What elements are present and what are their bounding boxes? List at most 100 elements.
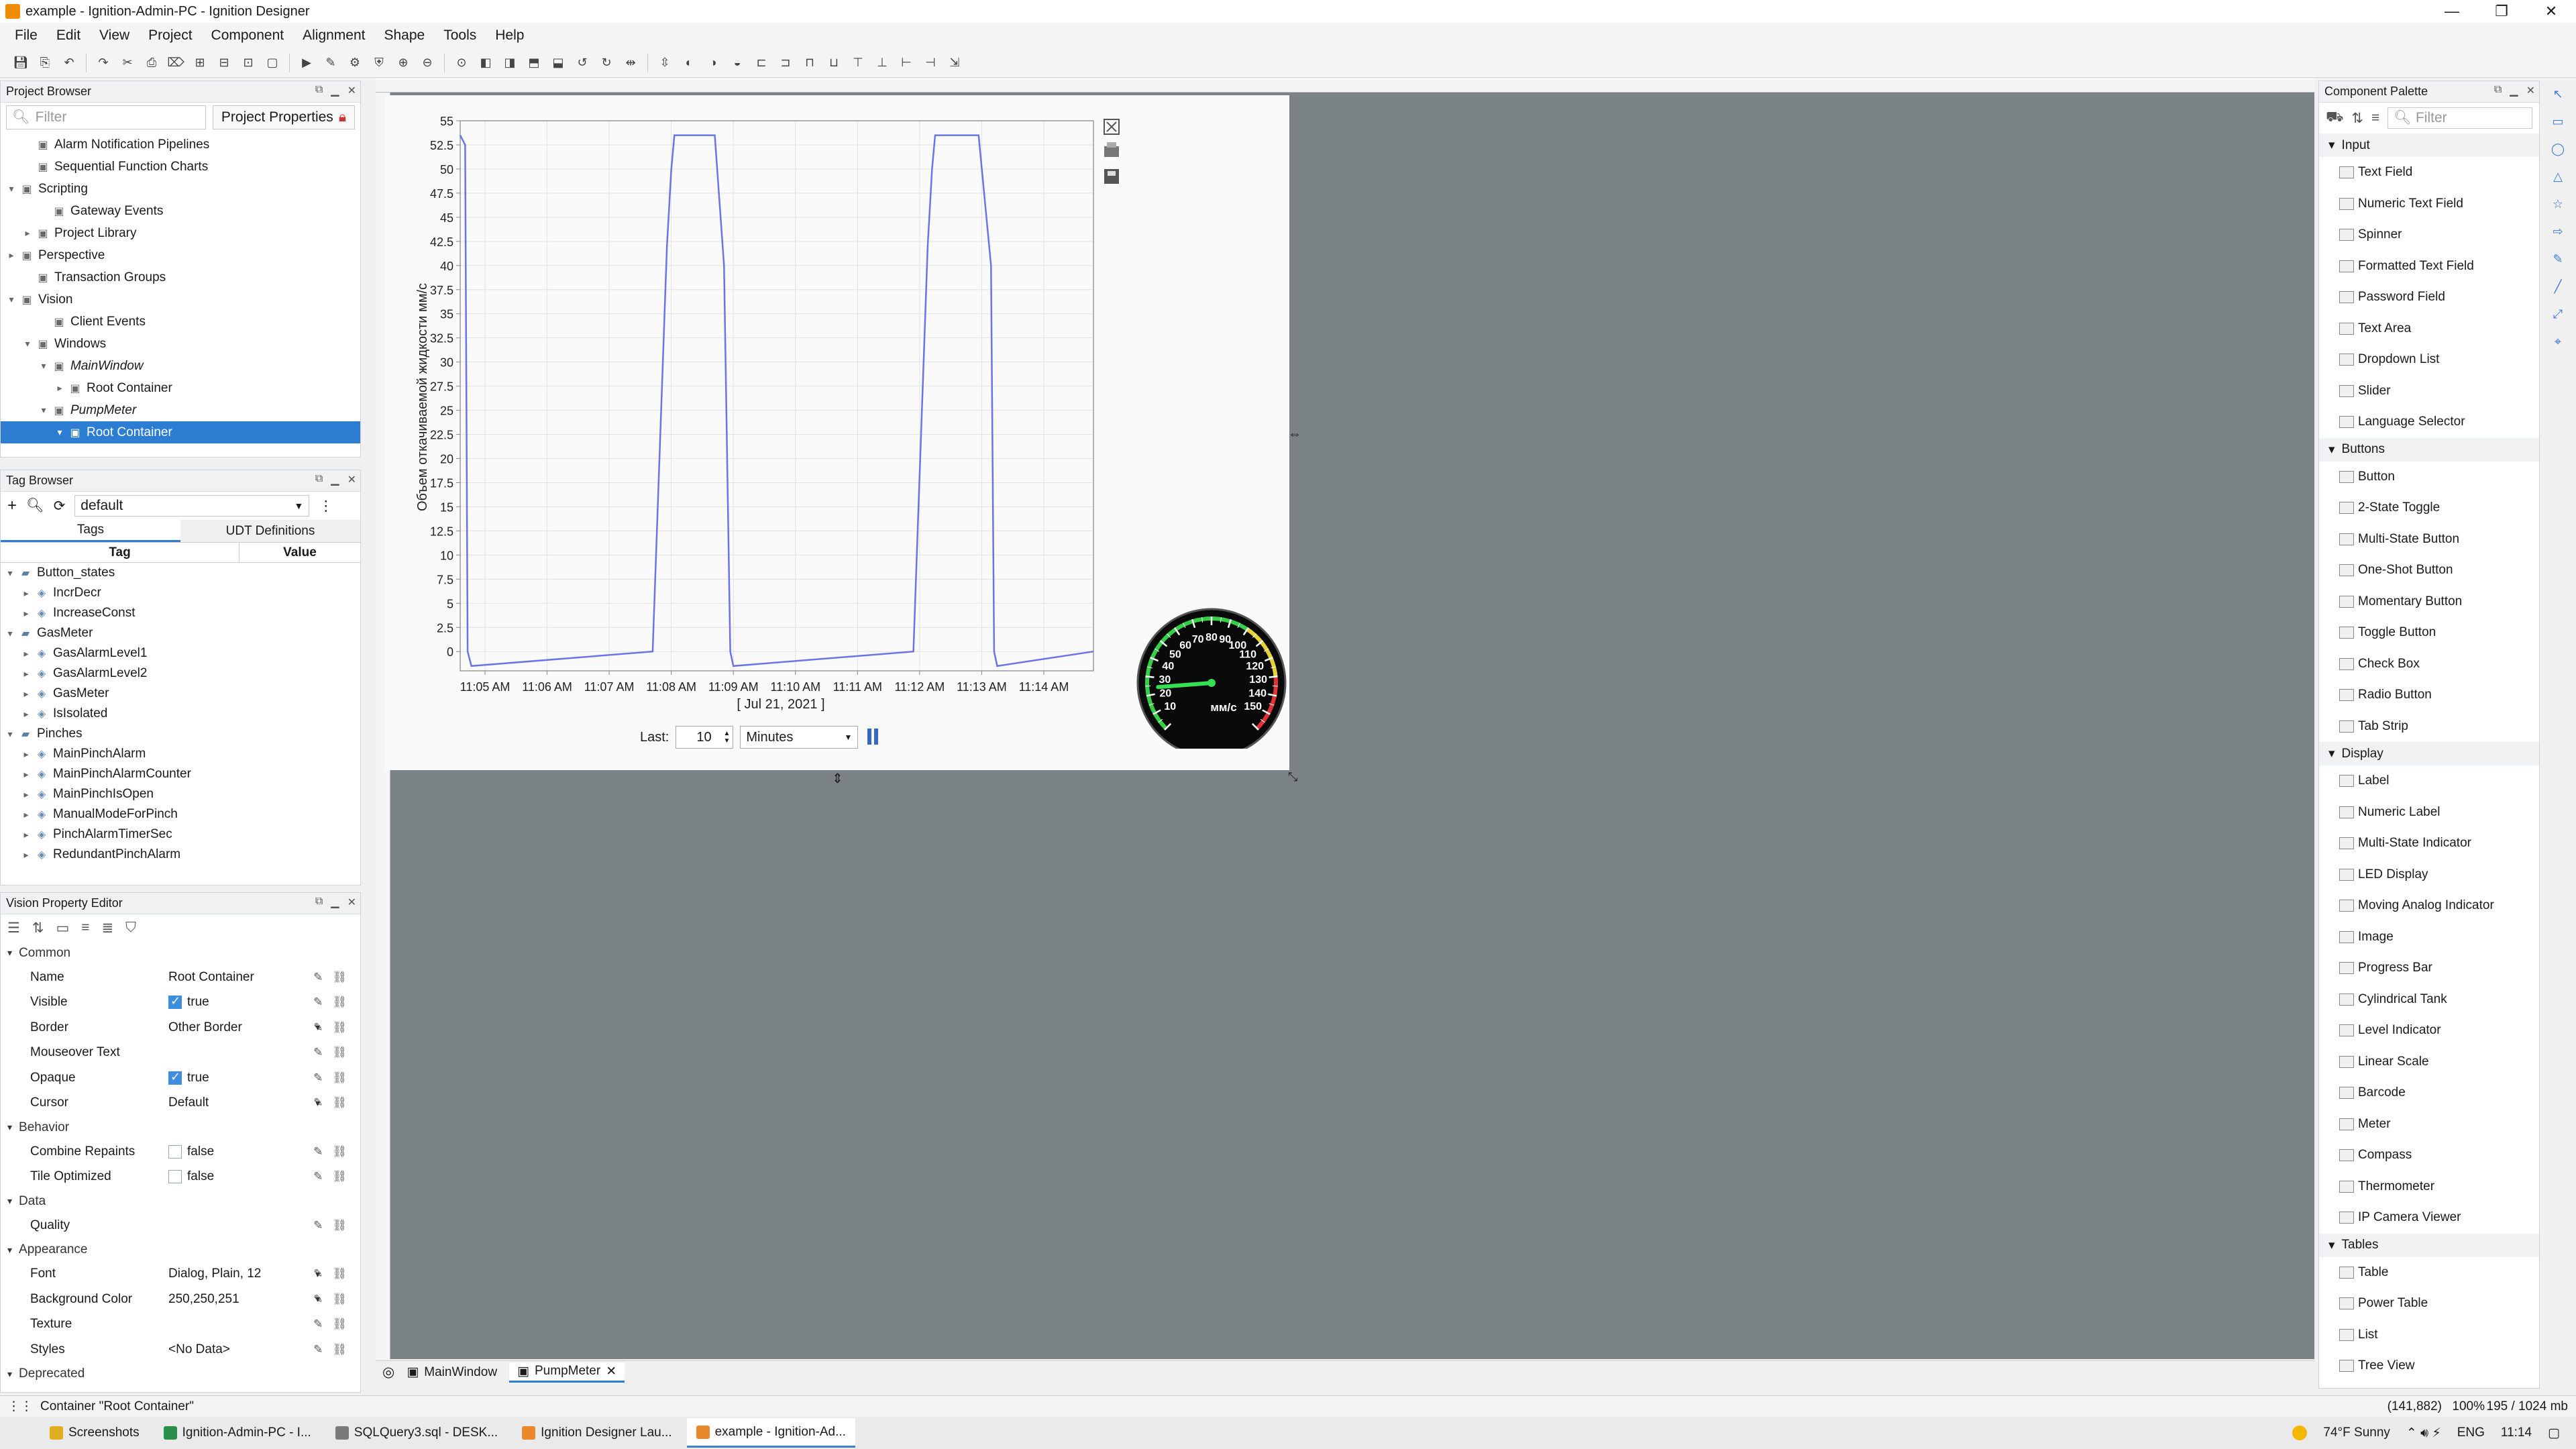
tag-tree-row[interactable]: ▸ ◈ MainPinchAlarm [1, 744, 360, 764]
toolbar-tool-icon[interactable]: ⬓ [548, 53, 568, 73]
tree-toggle-icon[interactable]: ▸ [6, 250, 17, 261]
project-tree-item[interactable]: ▣ Alarm Notification Pipelines [1, 133, 360, 156]
edit-icon[interactable]: ✎ [313, 1021, 323, 1034]
menu-tools[interactable]: Tools [434, 28, 486, 44]
binding-link-icon[interactable]: ⛓ [332, 996, 347, 1009]
tag-tree-row[interactable]: ▸ ◈ IncrDecr [1, 583, 360, 603]
project-filter-input[interactable]: 🔍︎ Filter [6, 105, 206, 129]
palette-component[interactable]: Compass [2319, 1140, 2539, 1171]
tray-icons[interactable]: ⌃ 🔊︎ ⚡︎ [2406, 1426, 2441, 1441]
edit-icon[interactable]: ✎ [313, 1343, 323, 1356]
palette-category[interactable]: ▾ Buttons [2319, 437, 2539, 462]
minimize-panel-icon[interactable]: ▁ [331, 896, 339, 909]
category-toggle-icon[interactable]: ▾ [7, 1195, 12, 1207]
tag-tree-row[interactable]: ▸ ◈ GasAlarmLevel1 [1, 643, 360, 663]
more-icon[interactable]: ⋮ [319, 498, 333, 515]
notification-icon[interactable]: ▢ [2548, 1426, 2560, 1441]
taskbar-app[interactable]: Screenshots [40, 1418, 149, 1448]
category-toggle-icon[interactable]: ▾ [7, 947, 12, 959]
tree-toggle-icon[interactable]: ▸ [21, 809, 32, 820]
tree-toggle-icon[interactable]: ▸ [21, 608, 32, 619]
pointer-tool-icon[interactable]: ↖ [2553, 87, 2563, 101]
refresh-icon[interactable]: ⟳ [54, 498, 66, 515]
edit-icon[interactable]: ✎ [313, 1046, 323, 1059]
palette-component[interactable]: Tree View [2319, 1350, 2539, 1382]
project-tree-item[interactable]: ▣ Gateway Events [1, 200, 360, 222]
tag-browser-tab[interactable]: UDT Definitions [180, 520, 360, 542]
tree-toggle-icon[interactable]: ▾ [38, 360, 49, 372]
tree-toggle-icon[interactable]: ▸ [21, 829, 32, 841]
weather-text[interactable]: 74°F Sunny [2323, 1426, 2390, 1440]
taskbar-app[interactable]: Ignition Designer Lau... [513, 1418, 681, 1448]
toolbar-tool-icon[interactable]: ⊣ [920, 53, 941, 73]
property-category[interactable]: ▾ Behavior [1, 1116, 360, 1139]
tree-toggle-icon[interactable]: ▾ [6, 294, 17, 305]
toolbar-tool-icon[interactable]: ⊏ [751, 53, 771, 73]
palette-component[interactable]: Check Box [2319, 649, 2539, 680]
palette-list-icon[interactable]: ≡ [2371, 110, 2379, 126]
star-tool-icon[interactable]: ☆ [2553, 197, 2563, 211]
category-toggle-icon[interactable]: ▾ [7, 1244, 12, 1256]
tree-toggle-icon[interactable]: ▸ [21, 688, 32, 700]
palette-component[interactable]: Tab Strip [2319, 711, 2539, 743]
clock[interactable]: 11:14 [2501, 1426, 2532, 1440]
print-icon[interactable] [1104, 142, 1119, 157]
toolbar-tool-icon[interactable]: ⇹ [621, 53, 641, 73]
palette-component[interactable]: LED Display [2319, 859, 2539, 891]
palette-category[interactable]: ▾ Display [2319, 742, 2539, 765]
tree-toggle-icon[interactable]: ▸ [21, 749, 32, 760]
toolbar-tool-icon[interactable]: ↷ [93, 53, 113, 73]
palette-component[interactable]: IP Camera Viewer [2319, 1202, 2539, 1234]
palette-component[interactable]: Label [2319, 765, 2539, 797]
tree-toggle-icon[interactable]: ▾ [54, 427, 65, 438]
tree-toggle-icon[interactable]: ▸ [22, 227, 33, 239]
binding-link-icon[interactable]: ⛓ [332, 1071, 347, 1085]
property-row[interactable]: Mouseover Text ✎ ⛓ [1, 1040, 360, 1066]
taskbar-app[interactable]: Ignition-Admin-PC - I... [154, 1418, 321, 1448]
palette-component[interactable]: Moving Analog Indicator [2319, 890, 2539, 922]
language-indicator[interactable]: ENG [2457, 1426, 2485, 1440]
category-toggle-icon[interactable]: ▾ [2328, 442, 2335, 458]
toolbar-tool-icon[interactable]: ↺ [572, 53, 592, 73]
tag-tree-row[interactable]: ▸ ◈ IncreaseConst [1, 603, 360, 623]
unit-dropdown[interactable]: Minutes ▼ [740, 726, 859, 749]
tag-browser-tab[interactable]: Tags [1, 520, 180, 542]
palette-component[interactable]: Momentary Button [2319, 586, 2539, 618]
maximize-button[interactable]: ❐ [2477, 0, 2526, 23]
palette-component[interactable]: Power Table [2319, 1288, 2539, 1320]
tree-toggle-icon[interactable]: ▸ [21, 789, 32, 800]
resize-handle-bottom[interactable]: ⇕ [832, 770, 843, 787]
palette-component[interactable]: Button [2319, 462, 2539, 493]
tree-toggle-icon[interactable]: ▸ [21, 769, 32, 780]
edit-icon[interactable]: ✎ [313, 1145, 323, 1159]
property-row[interactable]: Combine Repaints false ✎ ⛓ [1, 1139, 360, 1165]
tag-tree-row[interactable]: ▾ ▰ Button_states [1, 563, 360, 583]
minimize-panel-icon[interactable]: ▁ [2510, 84, 2518, 97]
binding-link-icon[interactable]: ⛓ [332, 1145, 347, 1159]
palette-component[interactable]: Toggle Button [2319, 617, 2539, 649]
toolbar-tool-icon[interactable]: ⌦ [166, 53, 186, 73]
property-checkbox[interactable] [168, 1144, 182, 1159]
property-row[interactable]: Texture ✎ ⛓ [1, 1312, 360, 1338]
category-toggle-icon[interactable]: ▾ [2328, 138, 2335, 153]
tree-toggle-icon[interactable]: ▸ [21, 588, 32, 599]
property-row[interactable]: Tile Optimized false ✎ ⛓ [1, 1165, 360, 1190]
property-checkbox[interactable] [168, 1170, 182, 1184]
close-panel-icon[interactable]: ✕ [2526, 84, 2535, 97]
property-row[interactable]: Name Root Container ✎ ⛓ [1, 965, 360, 990]
toolbar-tool-icon[interactable]: ◑ [703, 53, 723, 73]
palette-component[interactable]: One-Shot Button [2319, 555, 2539, 586]
tag-tree-row[interactable]: ▸ ◈ MainPinchIsOpen [1, 784, 360, 804]
toolbar-tool-icon[interactable]: ⊤ [848, 53, 868, 73]
tag-tree-row[interactable]: ▾ ▰ Pinches [1, 724, 360, 744]
tree-toggle-icon[interactable]: ▾ [5, 628, 15, 639]
palette-component[interactable]: Numeric Text Field [2319, 189, 2539, 220]
palette-sort-icon[interactable]: ⇅ [2351, 110, 2363, 127]
project-tree-item[interactable]: ▣ Sequential Function Charts [1, 156, 360, 178]
property-row[interactable]: Visibletrue✎⛓ [1, 990, 360, 1016]
menu-alignment[interactable]: Alignment [293, 28, 374, 44]
close-panel-icon[interactable]: ✕ [347, 473, 356, 486]
tag-tree-row[interactable]: ▸ ◈ GasMeter [1, 684, 360, 704]
float-icon[interactable]: ⧉ [315, 473, 323, 486]
property-row[interactable]: Quality ✎ ⛓ [1, 1213, 360, 1238]
